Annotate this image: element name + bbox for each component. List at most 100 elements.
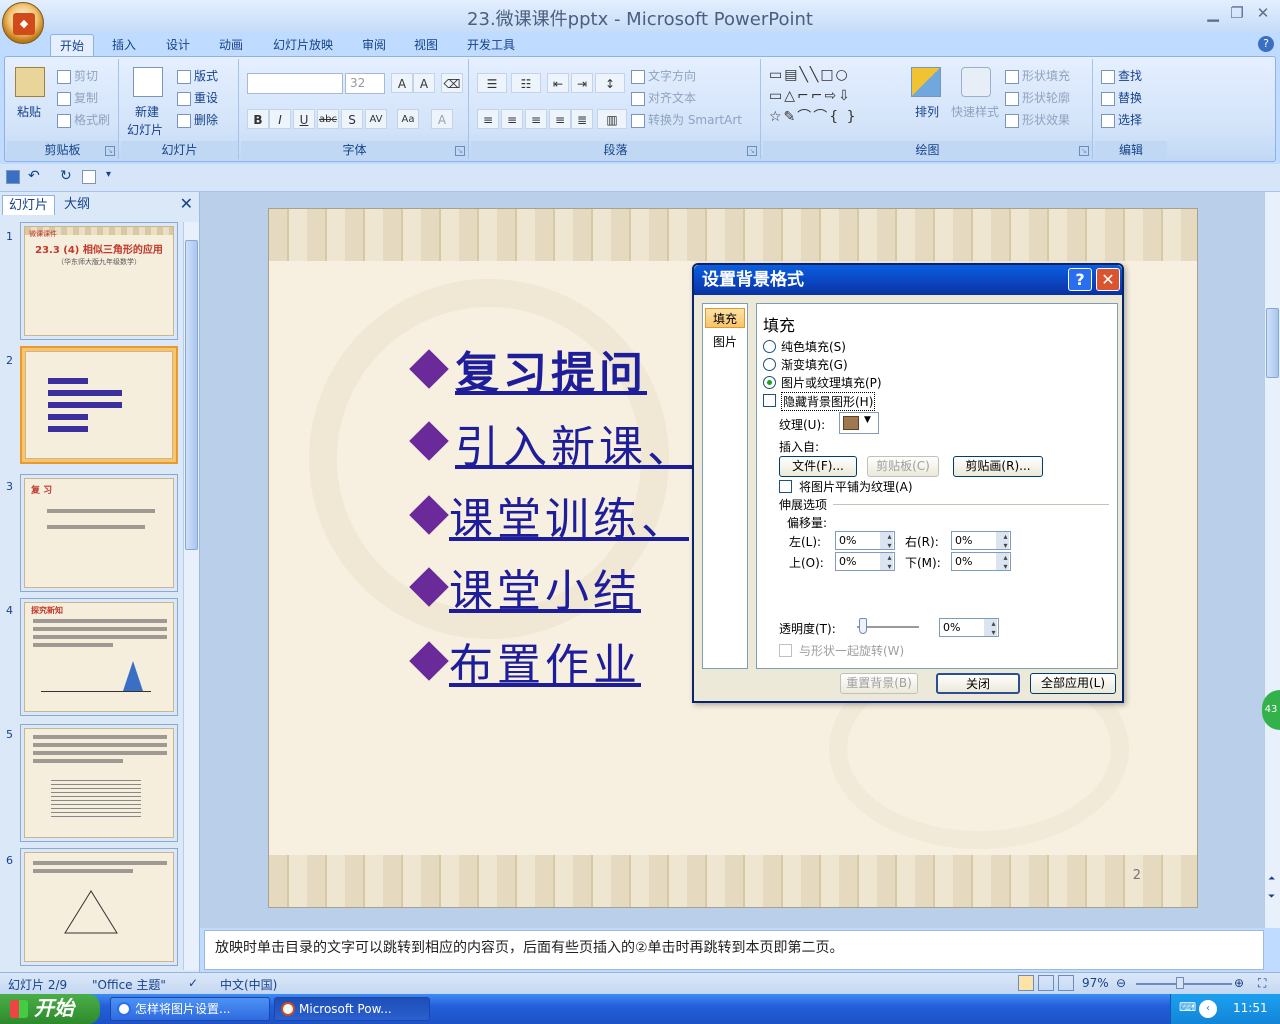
bold-icon[interactable]: B <box>247 109 269 129</box>
tab-home[interactable]: 开始 <box>50 34 94 56</box>
hide-background-checkbox[interactable] <box>763 394 776 407</box>
offset-top-input[interactable]: 0% <box>835 552 895 571</box>
texture-dropdown[interactable]: ▼ <box>839 412 879 434</box>
smartart-button[interactable]: 转换为 SmartArt <box>631 111 742 128</box>
shape-fill-button[interactable]: 形状填充 <box>1005 67 1070 84</box>
bullet-summary[interactable]: 课堂小结 <box>449 555 641 619</box>
restore-button[interactable]: ❐ <box>1226 4 1248 24</box>
align-left-icon[interactable]: ≡ <box>477 109 499 129</box>
radio-solid-fill[interactable] <box>763 340 776 353</box>
clipboard-launcher-icon[interactable]: ↘ <box>105 146 115 156</box>
tab-slideshow[interactable]: 幻灯片放映 <box>268 34 338 56</box>
new-slide-button[interactable]: 新建 <box>135 103 159 120</box>
numbering-icon[interactable]: ☷ <box>511 73 541 93</box>
redo-icon[interactable]: ↻ <box>60 168 72 184</box>
slide-thumb-3[interactable]: 复 习 <box>20 474 178 592</box>
slides-pane-scrollbar[interactable] <box>183 222 199 970</box>
bullet-review[interactable]: 复习提问 <box>455 337 647 401</box>
close-window-button[interactable]: ✕ <box>1252 4 1274 24</box>
apply-to-all-button[interactable]: 全部应用(L) <box>1030 673 1116 694</box>
radio-picture-fill[interactable] <box>763 376 776 389</box>
slide-thumb-1[interactable]: 微课课件 23.3 (4) 相似三角形的应用 （华东师大版九年级数学） <box>20 222 178 340</box>
notes-pane[interactable]: 放映时单击目录的文字可以跳转到相应的内容页，后面有些页插入的②单击时再跳转到本页… <box>204 930 1264 970</box>
slide-scroll-thumb[interactable] <box>1266 308 1279 378</box>
drawing-launcher-icon[interactable]: ↘ <box>1079 146 1089 156</box>
char-spacing-icon[interactable]: AV <box>365 109 387 129</box>
tile-texture-checkbox[interactable] <box>779 480 792 493</box>
text-direction-button[interactable]: 文字方向 <box>631 67 696 84</box>
tab-animation[interactable]: 动画 <box>211 34 251 56</box>
copy-button[interactable]: 复制 <box>57 89 98 106</box>
undo-icon[interactable]: ↶ <box>28 168 40 184</box>
bullet-homework[interactable]: 布置作业 <box>449 629 641 693</box>
file-button[interactable]: 文件(F)... <box>779 456 857 477</box>
zoom-level[interactable]: 97% <box>1082 976 1109 990</box>
font-color-icon[interactable]: A <box>431 109 453 129</box>
strikethrough-icon[interactable]: abc <box>317 109 339 129</box>
zoom-slider-thumb[interactable] <box>1176 977 1184 989</box>
save-icon[interactable] <box>6 170 20 184</box>
tab-outline[interactable]: 大纲 <box>58 195 96 215</box>
sidebar-item-fill[interactable]: 填充 <box>705 308 745 328</box>
slide-thumb-4[interactable]: 探究新知 <box>20 598 178 716</box>
taskbar-item-powerpoint[interactable]: Microsoft Pow... <box>274 997 430 1021</box>
radio-picture-fill-label[interactable]: 图片或纹理填充(P) <box>781 374 882 391</box>
font-launcher-icon[interactable]: ↘ <box>455 146 465 156</box>
offset-left-input[interactable]: 0% <box>835 531 895 550</box>
columns-icon[interactable]: ▥ <box>597 109 627 129</box>
tab-design[interactable]: 设计 <box>158 34 198 56</box>
rotate-with-shape-checkbox[interactable] <box>779 644 792 657</box>
dialog-close-action-button[interactable]: 关闭 <box>936 673 1020 694</box>
paste-button[interactable]: 粘贴 <box>17 103 41 120</box>
transparency-slider-thumb[interactable] <box>859 618 867 634</box>
tab-developer[interactable]: 开发工具 <box>462 34 520 56</box>
shapes-gallery[interactable]: ▭▤╲╲□○ ▭△⌐⌐⇨⇩ ☆✎⌒⌒{ } <box>769 65 893 129</box>
clipboard-button[interactable]: 剪贴板(C) <box>867 456 939 477</box>
justify-icon[interactable]: ≡ <box>549 109 571 129</box>
zoom-slider[interactable] <box>1136 983 1232 985</box>
underline-icon[interactable]: U <box>293 109 315 129</box>
slide-scrollbar[interactable]: ⏶ ⏷ <box>1264 192 1280 928</box>
align-center-icon[interactable]: ≡ <box>501 109 523 129</box>
tab-insert[interactable]: 插入 <box>104 34 144 56</box>
dialog-help-button[interactable]: ? <box>1068 268 1092 291</box>
quick-styles-button[interactable]: 快速样式 <box>951 103 999 120</box>
normal-view-icon[interactable] <box>1018 975 1034 991</box>
distributed-icon[interactable]: ≣ <box>571 109 593 129</box>
new-slide-icon[interactable] <box>133 67 163 97</box>
offset-right-input[interactable]: 0% <box>951 531 1011 550</box>
shrink-font-icon[interactable]: A <box>413 73 435 93</box>
slide-thumb-5[interactable] <box>20 724 178 842</box>
office-button[interactable]: ◆ <box>2 2 44 44</box>
paragraph-launcher-icon[interactable]: ↘ <box>747 146 757 156</box>
bullet-new-lesson[interactable]: 引入新课、 <box>455 411 695 475</box>
radio-gradient-fill-label[interactable]: 渐变填充(G) <box>781 356 848 373</box>
slides-pane-scroll-thumb[interactable] <box>185 240 198 550</box>
reset-button[interactable]: 重设 <box>177 89 218 106</box>
taskbar-item-browser[interactable]: 怎样将图片设置... <box>110 997 270 1021</box>
help-icon[interactable]: ? <box>1258 36 1274 52</box>
new-slide-button-line2[interactable]: 幻灯片 <box>127 121 163 138</box>
close-pane-icon[interactable]: ✕ <box>180 194 193 213</box>
arrange-icon[interactable] <box>911 67 941 97</box>
sorter-view-icon[interactable] <box>1038 975 1054 991</box>
clipart-button[interactable]: 剪贴画(R)... <box>953 456 1043 477</box>
align-right-icon[interactable]: ≡ <box>525 109 547 129</box>
custom-qat-icon[interactable] <box>82 170 96 184</box>
shadow-icon[interactable]: S <box>341 109 363 129</box>
align-text-button[interactable]: 对齐文本 <box>631 89 696 106</box>
tile-texture-label[interactable]: 将图片平铺为纹理(A) <box>799 478 913 495</box>
spellcheck-icon[interactable]: ✓ <box>188 976 198 990</box>
arrange-button[interactable]: 排列 <box>915 103 939 120</box>
clear-format-icon[interactable]: ⌫ <box>441 73 463 93</box>
tray-expand-icon[interactable]: ‹ <box>1199 1000 1217 1018</box>
line-spacing-icon[interactable]: ↕ <box>595 73 625 93</box>
next-slide-icon[interactable]: ⏷ <box>1268 892 1275 902</box>
keyboard-icon[interactable]: ⌨ <box>1179 1000 1196 1014</box>
change-case-icon[interactable]: Aa <box>397 109 419 129</box>
prev-slide-icon[interactable]: ⏶ <box>1268 874 1275 884</box>
italic-icon[interactable]: I <box>269 109 291 129</box>
decrease-indent-icon[interactable]: ⇤ <box>547 73 569 93</box>
shape-effects-button[interactable]: 形状效果 <box>1005 111 1070 128</box>
tab-review[interactable]: 审阅 <box>354 34 394 56</box>
